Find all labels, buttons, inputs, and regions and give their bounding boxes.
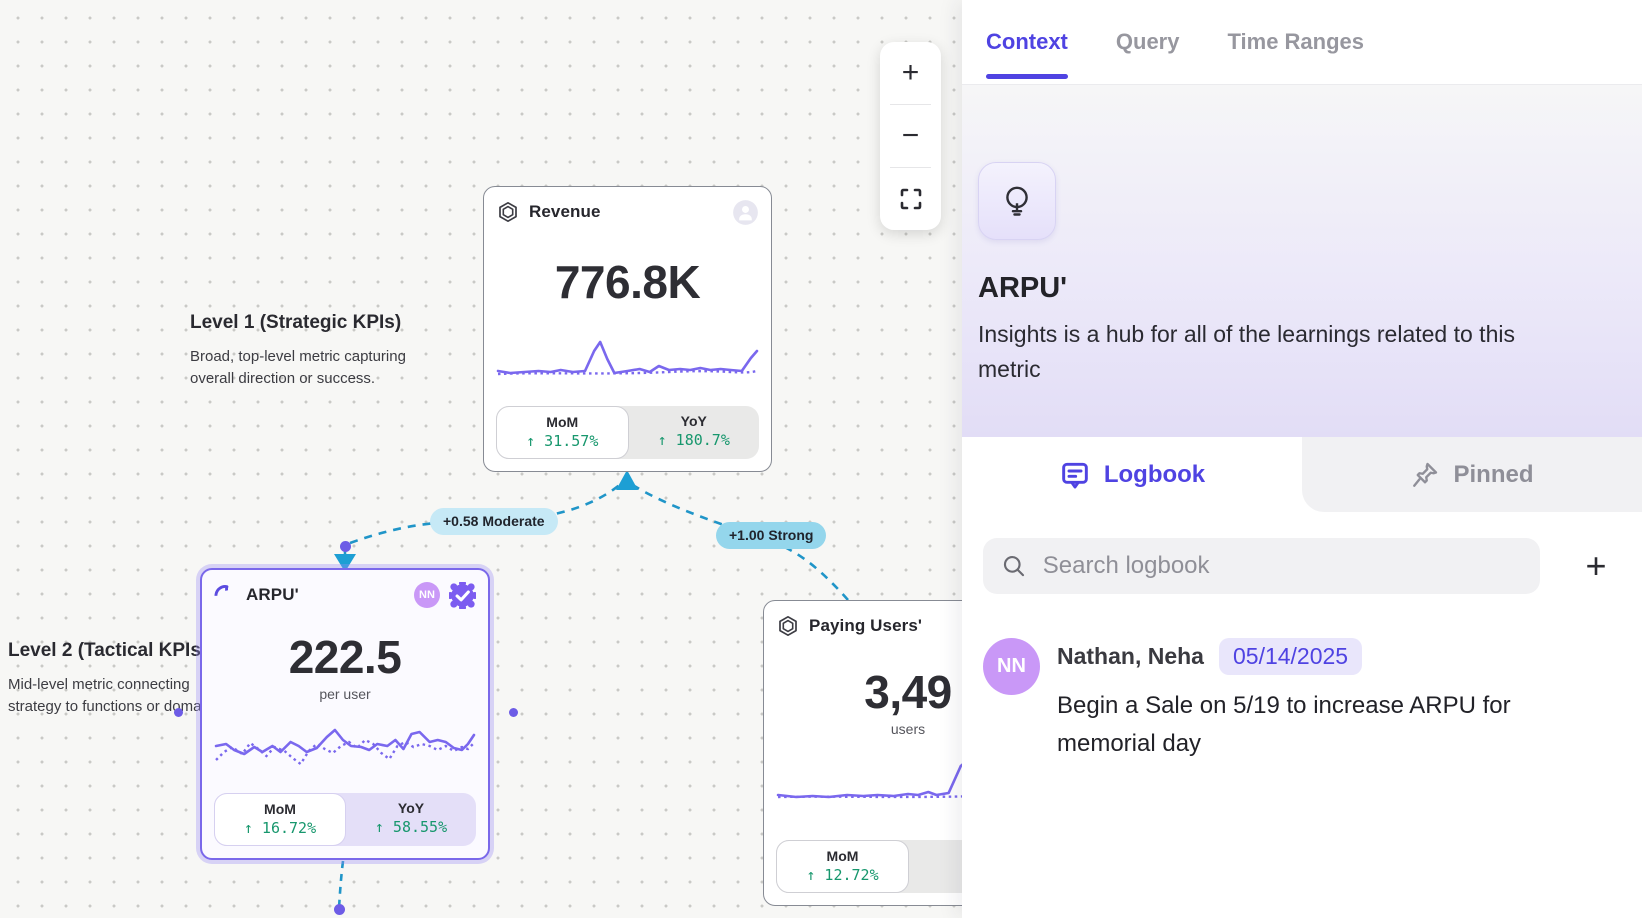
- fit-view-button[interactable]: [880, 168, 941, 230]
- mom-segment[interactable]: MoM ↑ 12.72%: [776, 840, 909, 893]
- sparkline: [214, 716, 476, 772]
- arrowhead-into-revenue-icon: [616, 470, 638, 490]
- entry-author: Nathan, Neha: [1057, 643, 1204, 670]
- entry-avatar: NN: [983, 638, 1040, 695]
- card-title: Revenue: [529, 202, 601, 222]
- logbook-icon: [1059, 459, 1091, 491]
- search-icon: [1001, 552, 1027, 580]
- entry-date-badge: 05/14/2025: [1219, 638, 1362, 675]
- logbook-label: Logbook: [1104, 461, 1205, 489]
- mom-segment[interactable]: MoM ↑ 31.57%: [496, 406, 629, 459]
- mom-segment[interactable]: MoM ↑ 16.72%: [214, 793, 346, 846]
- search-input[interactable]: [1043, 552, 1522, 580]
- context-panel: Context Query Time Ranges ARPU' Insights…: [962, 0, 1642, 918]
- metric-unit: per user: [214, 686, 476, 702]
- yoy-value: ↑ 180.7%: [629, 431, 760, 449]
- verified-badge-icon: [449, 582, 476, 609]
- mom-value: ↑ 31.57%: [497, 432, 628, 450]
- insights-tile: [978, 162, 1056, 240]
- zoom-in-button[interactable]: +: [880, 42, 941, 104]
- yoy-label: YoY: [629, 413, 760, 429]
- connection-handle[interactable]: [334, 904, 345, 915]
- metric-hero: ARPU' Insights is a hub for all of the l…: [962, 85, 1642, 437]
- yoy-label: YoY: [346, 800, 476, 816]
- panel-metric-description: Insights is a hub for all of the learnin…: [978, 317, 1568, 387]
- entry-text: Begin a Sale on 5/19 to increase ARPU fo…: [1057, 687, 1537, 763]
- metric-value: 776.8K: [496, 255, 759, 309]
- pinned-label: Pinned: [1453, 461, 1533, 489]
- tab-query[interactable]: Query: [1116, 0, 1180, 85]
- mom-value: ↑ 16.72%: [215, 819, 345, 837]
- metric-card-arpu[interactable]: ARPU' NN 222.5 per user: [200, 568, 490, 860]
- card-title: Paying Users': [809, 616, 922, 636]
- metric-value: 222.5: [214, 630, 476, 684]
- card-title: ARPU': [246, 585, 299, 605]
- lightbulb-icon: [999, 183, 1035, 219]
- fullscreen-icon: [900, 188, 922, 210]
- mom-label: MoM: [215, 801, 345, 817]
- crescent-icon: [214, 584, 237, 607]
- period-toggle: MoM ↑ 31.57% YoY ↑ 180.7%: [496, 406, 759, 459]
- yoy-segment[interactable]: YoY ↑ 58.55%: [346, 793, 476, 846]
- yoy-segment[interactable]: YoY ↑ 180.7%: [629, 406, 760, 459]
- logbook-pinned-tabs: Logbook Pinned: [962, 437, 1642, 512]
- metric-card-revenue[interactable]: Revenue 776.8K MoM ↑ 31.57% YoY: [483, 186, 772, 472]
- tab-logbook[interactable]: Logbook: [962, 437, 1302, 512]
- logbook-content: + NN Nathan, Neha 05/14/2025 Begin a Sal…: [962, 512, 1642, 763]
- connection-handle[interactable]: [174, 708, 183, 717]
- app-window: +0.58 Moderate +1.00 Strong + − Level 1 …: [0, 0, 1642, 918]
- panel-metric-title: ARPU': [978, 272, 1602, 305]
- edge-arpu-down: [339, 861, 343, 908]
- tab-context[interactable]: Context: [986, 0, 1068, 85]
- logbook-search-bar: [983, 538, 1540, 594]
- sparkline: [496, 333, 759, 385]
- logbook-entry[interactable]: NN Nathan, Neha 05/14/2025 Begin a Sale …: [983, 638, 1618, 763]
- yoy-value: ↑ 58.55%: [346, 818, 476, 836]
- edge-label-moderate[interactable]: +0.58 Moderate: [430, 508, 558, 535]
- mom-label: MoM: [777, 848, 908, 864]
- period-toggle: MoM ↑ 16.72% YoY ↑ 58.55%: [214, 793, 476, 846]
- edge-label-strong[interactable]: +1.00 Strong: [716, 522, 826, 549]
- owner-avatar-icon: [732, 199, 759, 226]
- hexagon-icon: [496, 200, 520, 224]
- mom-label: MoM: [497, 414, 628, 430]
- connection-handle[interactable]: [340, 541, 351, 552]
- connection-handle[interactable]: [509, 708, 518, 717]
- tab-time-ranges[interactable]: Time Ranges: [1227, 0, 1364, 85]
- mom-value: ↑ 12.72%: [777, 866, 908, 884]
- tab-pinned[interactable]: Pinned: [1302, 437, 1642, 512]
- zoom-out-button[interactable]: −: [880, 105, 941, 167]
- collaborator-avatar: NN: [414, 582, 440, 608]
- metric-tree-canvas[interactable]: +0.58 Moderate +1.00 Strong + − Level 1 …: [0, 0, 962, 918]
- pin-icon: [1410, 460, 1440, 490]
- panel-tab-bar: Context Query Time Ranges: [962, 0, 1642, 85]
- zoom-toolbar: + −: [880, 42, 941, 230]
- add-logbook-entry-button[interactable]: +: [1574, 544, 1618, 588]
- hexagon-icon: [776, 614, 800, 638]
